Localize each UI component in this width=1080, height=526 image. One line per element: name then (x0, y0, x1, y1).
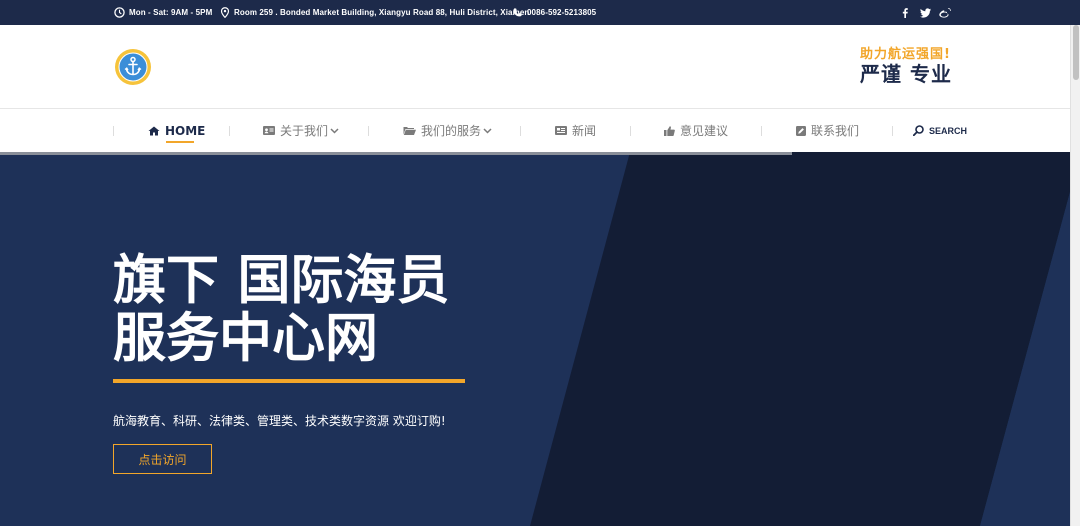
nav-label-home: HOME (165, 123, 206, 138)
facebook-icon[interactable] (898, 6, 912, 20)
hero-banner: 旗下 国际海员 服务中心网 航海教育、科研、法律类、管理类、技术类数字资源 欢迎… (0, 152, 1070, 526)
nav-divider (113, 126, 114, 136)
top-info-bar: Mon - Sat: 9AM - 5PM Room 259 . Bonded M… (0, 0, 1080, 25)
edit-icon (796, 125, 806, 136)
newspaper-icon (555, 126, 567, 135)
slogan-top: 助力航运强国! (860, 47, 951, 62)
nav-item-home[interactable]: HOME (148, 109, 205, 152)
nav-divider (892, 126, 893, 136)
visit-button[interactable]: 点击访问 (113, 444, 212, 474)
phone[interactable]: 0086-592-5213805 (512, 0, 596, 25)
phone-text: 0086-592-5213805 (527, 8, 597, 17)
search-icon (913, 125, 924, 136)
nav-item-news[interactable]: 新闻 (555, 109, 596, 152)
phone-icon (513, 8, 522, 17)
loading-progress-bar (0, 152, 792, 155)
nav-label-services: 我们的服务 (421, 124, 482, 138)
nav-label-news: 新闻 (572, 124, 597, 138)
social-links (898, 0, 952, 25)
thumbs-up-icon (664, 125, 675, 136)
search-button[interactable]: SEARCH (913, 109, 967, 152)
main-nav: HOME 关于我们 我们的服务 新闻 意见建议 联系我们 SEARCH (0, 109, 1080, 152)
nav-item-contact[interactable]: 联系我们 (796, 109, 859, 152)
nav-item-feedback[interactable]: 意见建议 (664, 109, 728, 152)
folder-icon (403, 127, 416, 135)
nav-divider (229, 126, 230, 136)
clock-icon (114, 7, 125, 18)
search-label: SEARCH (929, 125, 968, 136)
active-underline (166, 141, 194, 143)
anchor-logo[interactable] (114, 48, 152, 86)
hero-title: 旗下 国际海员 服务中心网 (113, 252, 513, 368)
nav-divider (520, 126, 521, 136)
nav-item-services[interactable]: 我们的服务 (403, 109, 497, 152)
nav-label-contact: 联系我们 (811, 124, 860, 138)
home-icon (148, 126, 160, 135)
hero-title-line1: 旗下 国际海员 (113, 250, 450, 311)
opening-hours: Mon - Sat: 9AM - 5PM (114, 0, 212, 25)
nav-item-about[interactable]: 关于我们 (263, 109, 344, 152)
id-card-icon (263, 126, 275, 135)
page-scrollbar[interactable] (1070, 25, 1080, 526)
hero-subtitle: 航海教育、科研、法律类、管理类、技术类数字资源 欢迎订购! (113, 414, 446, 428)
title-underline (113, 379, 465, 383)
site-header: 助力航运强国! 严谨 专业 (0, 25, 1080, 109)
chevron-down-icon (330, 127, 339, 134)
address: Room 259 . Bonded Market Building, Xiang… (220, 0, 529, 25)
nav-label-feedback: 意见建议 (680, 124, 729, 138)
nav-divider (368, 126, 369, 136)
nav-label-about: 关于我们 (280, 124, 329, 138)
twitter-icon[interactable] (918, 6, 932, 20)
slogan-bottom: 严谨 专业 (860, 62, 952, 86)
nav-divider (761, 126, 762, 136)
map-marker-icon (220, 7, 230, 18)
weibo-icon[interactable] (938, 6, 952, 20)
slogan: 助力航运强国! 严谨 专业 (860, 47, 960, 86)
hero-title-line2: 服务中心网 (113, 308, 378, 369)
nav-divider (630, 126, 631, 136)
chevron-down-icon (483, 127, 492, 134)
address-text: Room 259 . Bonded Market Building, Xiang… (234, 8, 530, 17)
scrollbar-thumb[interactable] (1073, 25, 1079, 80)
hours-text: Mon - Sat: 9AM - 5PM (129, 8, 213, 17)
